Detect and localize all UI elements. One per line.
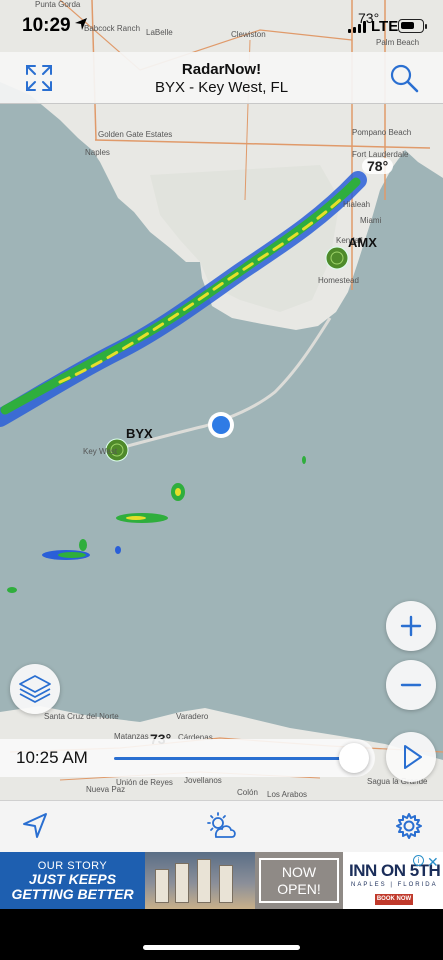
ad-brand-panel: INN ON 5TH NAPLES | FLORIDA BOOK NOW i ✕: [343, 852, 443, 909]
app-title: RadarNow!: [181, 61, 262, 78]
place-label: Los Arabos: [267, 790, 308, 799]
ad-slogan-line3: GETTING BETTER: [11, 886, 134, 902]
place-label: Nueva Paz: [86, 785, 126, 794]
timeline-slider-thumb[interactable]: [339, 743, 370, 773]
radar-cell: [302, 456, 306, 464]
location-arrow-icon[interactable]: [20, 811, 50, 841]
radar-cell: [58, 552, 86, 558]
radar-site-amx-label[interactable]: AMX: [348, 235, 377, 250]
place-label: Colón: [237, 788, 258, 797]
place-label: Miami: [360, 216, 382, 225]
zoom-in-button[interactable]: [386, 601, 436, 651]
place-label: Jovellanos: [184, 776, 222, 785]
sun-cloud-icon[interactable]: [206, 811, 236, 841]
place-label: Homestead: [318, 276, 359, 285]
place-label: Golden Gate Estates: [98, 130, 173, 139]
ad-now-open: NOW OPEN!: [255, 852, 343, 909]
radar-cell: [115, 546, 121, 554]
ad-now-open-box: NOW OPEN!: [259, 858, 339, 903]
battery-level: [401, 22, 414, 29]
layers-icon: [19, 675, 51, 703]
temperature-label: 78°: [362, 158, 394, 174]
animation-timeline: 10:25 AM: [0, 739, 375, 777]
ad-slogan: OUR STORY JUST KEEPS GETTING BETTER: [0, 852, 145, 909]
ad-brand-location: NAPLES | FLORIDA: [351, 882, 438, 888]
network-type: LTE: [371, 18, 399, 35]
magnifier-icon[interactable]: [388, 62, 420, 94]
place-label: Hialeah: [343, 200, 371, 209]
home-indicator[interactable]: [143, 945, 300, 950]
map-basemap: [0, 0, 443, 800]
status-time: 10:29: [22, 15, 71, 36]
radar-station-name[interactable]: BYX - Key West, FL: [0, 79, 443, 96]
place-label: Naples: [85, 148, 110, 157]
play-icon: [404, 745, 422, 769]
radar-site-amx-icon: [325, 246, 349, 270]
app-header: RadarNow! BYX - Key West, FL: [0, 52, 443, 104]
status-bar: 10:29 73° LTE: [0, 0, 443, 52]
frame-time: 10:25 AM: [16, 748, 88, 767]
radar-map[interactable]: Punta Gorda Babcock Ranch LaBelle Clewis…: [0, 0, 443, 800]
ad-banner[interactable]: OUR STORY JUST KEEPS GETTING BETTER NOW …: [0, 852, 443, 909]
place-label: Key West: [83, 447, 118, 456]
ad-open-text: OPEN!: [277, 881, 321, 897]
ad-book-now-button[interactable]: BOOK NOW: [375, 894, 413, 905]
layers-button[interactable]: [10, 664, 60, 714]
home-indicator-area: [0, 909, 443, 960]
ad-info-icon[interactable]: i: [413, 855, 424, 866]
plus-icon: [400, 615, 422, 637]
radar-cell: [175, 488, 181, 496]
timeline-slider-track[interactable]: [114, 757, 359, 760]
battery-icon: [398, 19, 427, 33]
place-label: Pompano Beach: [352, 128, 412, 137]
radar-site-byx-label[interactable]: BYX: [126, 426, 153, 441]
radar-cell: [7, 587, 17, 593]
location-services-icon: [75, 18, 87, 30]
user-location-dot-icon: [208, 412, 234, 438]
ad-hotel-photo: [145, 852, 255, 909]
cell-signal-icon: [348, 21, 366, 33]
play-button[interactable]: [386, 732, 436, 782]
minus-icon: [400, 683, 422, 687]
bottom-toolbar: [0, 800, 443, 852]
ad-now-text: NOW: [281, 864, 317, 880]
ad-slogan-line2: JUST KEEPS: [28, 871, 117, 887]
radar-cell: [79, 539, 87, 551]
gear-icon[interactable]: [394, 811, 424, 841]
place-label: Varadero: [176, 712, 209, 721]
zoom-out-button[interactable]: [386, 660, 436, 710]
ad-close-icon[interactable]: ✕: [427, 854, 439, 871]
radar-cell: [126, 516, 146, 520]
